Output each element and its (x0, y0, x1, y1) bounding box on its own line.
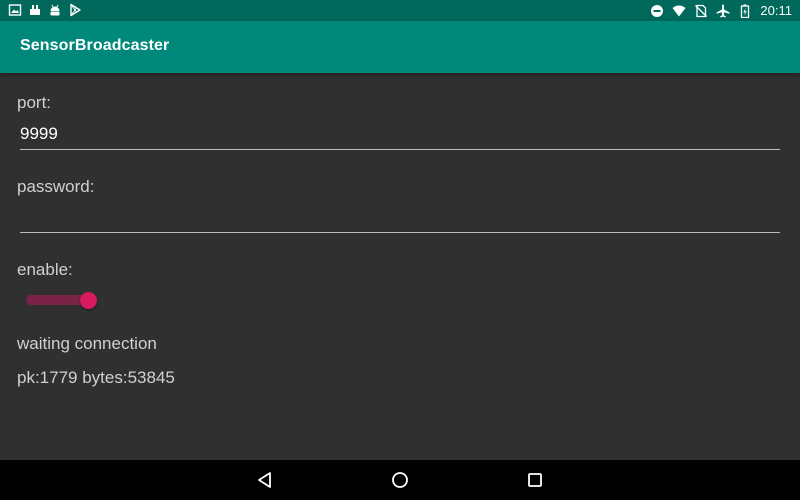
app-title: SensorBroadcaster (20, 37, 170, 54)
play-store-icon (70, 3, 81, 17)
app-bar: SensorBroadcaster (0, 21, 800, 73)
back-icon[interactable] (255, 470, 275, 490)
port-field[interactable]: 9999 (20, 121, 780, 150)
password-field[interactable] (20, 204, 780, 233)
status-left-icons (8, 3, 82, 17)
do-not-disturb-icon (651, 4, 664, 17)
status-right-icons: 20:11 (650, 2, 792, 19)
airplane-icon (716, 4, 730, 17)
navigation-bar (0, 460, 800, 500)
port-label: port: (17, 93, 52, 112)
port-value[interactable]: 9999 (20, 124, 58, 144)
usb-icon (30, 5, 40, 15)
main-content: port: 9999 password: enable: waiting con… (0, 73, 800, 460)
password-label: password: (17, 177, 95, 196)
connection-status: waiting connection (17, 334, 157, 353)
status-time: 20:11 (760, 3, 792, 18)
image-icon (8, 4, 22, 16)
enable-switch[interactable] (26, 292, 98, 309)
home-icon[interactable] (390, 470, 410, 490)
status-bar: 20:11 (0, 0, 800, 21)
no-sim-icon (695, 4, 708, 17)
enable-label: enable: (17, 260, 73, 279)
wifi-icon (672, 5, 686, 16)
recents-icon[interactable] (525, 470, 545, 490)
transfer-stats: pk:1779 bytes:53845 (17, 368, 175, 387)
battery-charging-icon (741, 4, 750, 18)
switch-thumb[interactable] (80, 292, 97, 309)
android-icon (50, 4, 60, 16)
screen: 20:11 SensorBroadcaster port: 9999 passw… (0, 0, 800, 500)
